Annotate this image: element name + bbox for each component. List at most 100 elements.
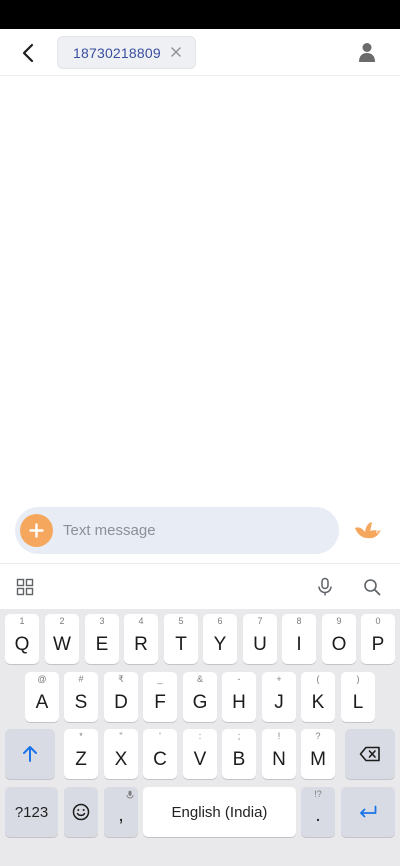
key-label: T: [175, 634, 187, 655]
key-p[interactable]: 0 P: [361, 614, 395, 664]
plus-icon: [29, 523, 44, 538]
close-icon: [171, 47, 181, 57]
compose-bar: [15, 507, 339, 554]
key-g[interactable]: & G: [183, 672, 217, 722]
backspace-icon: [359, 746, 380, 762]
key-hint: 0: [375, 616, 381, 626]
backspace-key[interactable]: [345, 729, 395, 779]
search-icon: [364, 579, 381, 596]
key-hint: 4: [138, 616, 144, 626]
shift-arrow-icon: [23, 746, 37, 762]
key-hint: ₹: [118, 674, 124, 684]
contact-button[interactable]: [354, 39, 380, 65]
key-c[interactable]: ' C: [143, 729, 177, 779]
keyboard-apps-button[interactable]: [13, 575, 37, 599]
key-hint: _: [157, 674, 163, 684]
enter-key[interactable]: [341, 787, 395, 837]
key-hint: +: [276, 674, 282, 684]
period-hint: !?: [314, 789, 322, 799]
key-v[interactable]: : V: [183, 729, 217, 779]
key-o[interactable]: 9 O: [322, 614, 356, 664]
key-hint: 6: [217, 616, 223, 626]
remove-recipient-button[interactable]: [169, 45, 183, 59]
key-hint: ): [356, 674, 360, 684]
keyboard-search-button[interactable]: [360, 575, 384, 599]
key-hint: @: [37, 674, 47, 684]
enter-key-content: [341, 787, 395, 837]
key-hint: ': [159, 731, 161, 741]
key-h[interactable]: - H: [222, 672, 256, 722]
key-s[interactable]: # S: [64, 672, 98, 722]
recipient-number: 18730218809: [73, 44, 161, 61]
key-hint: 5: [178, 616, 184, 626]
key-t[interactable]: 5 T: [164, 614, 198, 664]
key-label: R: [134, 634, 148, 655]
voice-input-button[interactable]: [313, 575, 337, 599]
key-hint: -: [237, 674, 241, 684]
key-q[interactable]: 1 Q: [5, 614, 39, 664]
key-hint: 2: [59, 616, 65, 626]
recipient-chip[interactable]: 18730218809: [57, 36, 196, 69]
key-label: Z: [75, 749, 87, 770]
key-z[interactable]: * Z: [64, 729, 98, 779]
back-button[interactable]: [12, 37, 44, 69]
key-label: I: [296, 634, 302, 655]
key-hint: (: [316, 674, 320, 684]
symbols-key-content: ?123: [5, 787, 58, 837]
key-f[interactable]: _ F: [143, 672, 177, 722]
key-hint: 9: [336, 616, 342, 626]
person-icon: [359, 43, 375, 62]
key-w[interactable]: 2 W: [45, 614, 79, 664]
key-label: E: [95, 634, 109, 655]
status-bar: [0, 0, 400, 29]
space-key[interactable]: English (India): [143, 787, 296, 837]
key-u[interactable]: 7 U: [243, 614, 277, 664]
key-label: B: [232, 749, 246, 770]
key-label: X: [114, 749, 128, 770]
key-k[interactable]: ( K: [301, 672, 335, 722]
conversation-area: [0, 77, 400, 505]
key-label: Q: [14, 634, 30, 655]
key-d[interactable]: ₹ D: [104, 672, 138, 722]
key-y[interactable]: 6 Y: [203, 614, 237, 664]
symbols-key[interactable]: ?123: [5, 787, 58, 837]
key-hint: 3: [99, 616, 105, 626]
add-attachment-button[interactable]: [20, 514, 53, 547]
space-label: English (India): [171, 803, 268, 821]
space-key-content: English (India): [143, 787, 296, 837]
key-e[interactable]: 3 E: [85, 614, 119, 664]
key-label: H: [232, 692, 246, 713]
key-n[interactable]: ! N: [262, 729, 296, 779]
key-hint: 8: [296, 616, 302, 626]
key-hint: ?: [315, 731, 321, 741]
mic-icon: [126, 790, 134, 799]
key-hint: :: [198, 731, 202, 741]
key-label: V: [193, 749, 207, 770]
key-label: U: [253, 634, 267, 655]
key-label: L: [352, 692, 364, 713]
enter-icon: [360, 805, 377, 818]
backspace-key-content: [345, 729, 395, 779]
period-key[interactable]: !? .: [301, 787, 335, 837]
key-x[interactable]: " X: [104, 729, 138, 779]
emoji-key[interactable]: [64, 787, 98, 837]
key-b[interactable]: ; B: [222, 729, 256, 779]
shift-key-content: [5, 729, 55, 779]
shift-key[interactable]: [5, 729, 55, 779]
comma-key[interactable]: ,: [104, 787, 138, 837]
key-j[interactable]: + J: [262, 672, 296, 722]
key-label: S: [74, 692, 88, 713]
key-m[interactable]: ? M: [301, 729, 335, 779]
symbols-label: ?123: [14, 803, 49, 821]
message-input[interactable]: [63, 515, 323, 546]
send-button[interactable]: [350, 515, 386, 547]
top-bar: 18730218809: [0, 29, 400, 76]
key-label: G: [192, 692, 208, 713]
key-r[interactable]: 4 R: [124, 614, 158, 664]
comma-label: ,: [118, 805, 124, 826]
key-a[interactable]: @ A: [25, 672, 59, 722]
key-i[interactable]: 8 I: [282, 614, 316, 664]
key-hint: 1: [19, 616, 25, 626]
key-l[interactable]: ) L: [341, 672, 375, 722]
mic-icon: [318, 577, 332, 596]
